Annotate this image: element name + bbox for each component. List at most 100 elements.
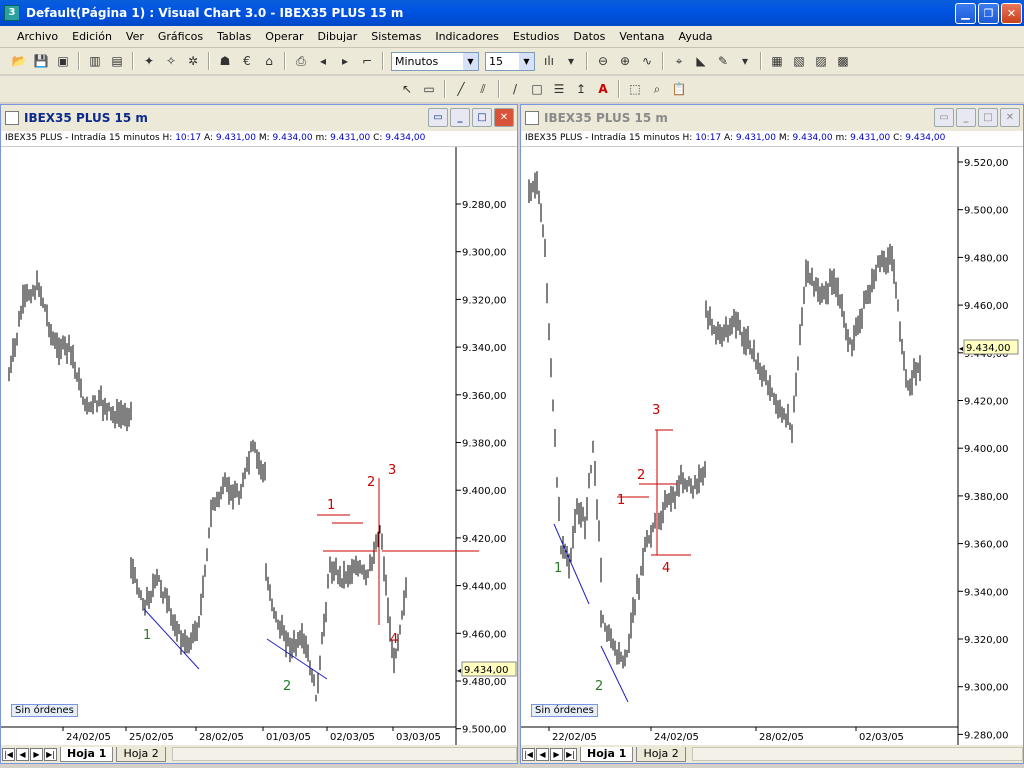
price-tick-label: 9.360,00 <box>462 391 507 402</box>
close-button[interactable]: ✕ <box>1000 108 1020 127</box>
chevron-down-icon[interactable]: ▼ <box>463 52 478 70</box>
crosshair-icon[interactable]: ⌖ <box>669 51 689 71</box>
menu-ventana[interactable]: Ventana <box>612 28 671 45</box>
prev-sheet-icon[interactable]: ◀ <box>536 747 549 761</box>
menu-sistemas[interactable]: Sistemas <box>364 28 428 45</box>
rectangle-icon[interactable]: ▭ <box>419 79 439 99</box>
price-tick-label: 9.320,00 <box>964 635 1009 646</box>
euro-icon[interactable]: € <box>237 51 257 71</box>
period-select[interactable]: Minutos ▼ <box>391 51 479 71</box>
menu-archivo[interactable]: Archivo <box>10 28 65 45</box>
menu-indicadores[interactable]: Indicadores <box>428 28 506 45</box>
restore-button[interactable]: ❐ <box>978 3 999 24</box>
interval-select[interactable]: 15 ▼ <box>485 51 535 71</box>
clipboard-icon[interactable]: 📋 <box>669 79 689 99</box>
cascade-icon[interactable]: ▨ <box>811 51 831 71</box>
pen-dropdown-icon[interactable]: ▾ <box>735 51 755 71</box>
price-tick-label: 9.280,00 <box>462 200 507 211</box>
minimize-button[interactable]: ▁ <box>955 3 976 24</box>
app-title: Default(Página 1) : Visual Chart 3.0 - I… <box>26 6 404 20</box>
price-tick-label: 9.340,00 <box>964 587 1009 598</box>
trendline-icon[interactable]: / <box>505 79 525 99</box>
zoom-out-icon[interactable]: ⊖ <box>593 51 613 71</box>
select-zoom-icon[interactable]: ⬚ <box>625 79 645 99</box>
date-tick-label: 28/02/05 <box>199 732 244 743</box>
next-sheet-icon[interactable]: ▶ <box>550 747 563 761</box>
chevron-down-icon[interactable]: ▼ <box>519 52 534 70</box>
chart-window-right[interactable]: IBEX35 PLUS 15 m ▭ _ □ ✕ IBEX35 PLUS - I… <box>520 104 1024 764</box>
first-sheet-icon[interactable]: |◀ <box>2 747 15 761</box>
price-chart-left[interactable]: 9.280,00 9.300,00 9.320,00 9.340,00 9.360,00… <box>1 147 517 745</box>
sheet-tab-1[interactable]: Hoja 1 <box>60 746 114 762</box>
last-sheet-icon[interactable]: ▶| <box>44 747 57 761</box>
close-button[interactable]: ✕ <box>1001 3 1022 24</box>
list-icon[interactable]: ☰ <box>549 79 569 99</box>
tile-button[interactable]: ▭ <box>934 108 954 127</box>
menu-graficos[interactable]: Gráficos <box>151 28 210 45</box>
menu-estudios[interactable]: Estudios <box>506 28 566 45</box>
study-icon[interactable]: ✧ <box>161 51 181 71</box>
minimize-button[interactable]: _ <box>956 108 976 127</box>
first-sheet-icon[interactable]: |◀ <box>522 747 535 761</box>
price-chart-right[interactable]: 9.520,009.500,009.480,009.460,009.440,00… <box>521 147 1023 745</box>
minimize-button[interactable]: _ <box>450 108 470 127</box>
bar-chart-icon[interactable]: ▥ <box>85 51 105 71</box>
tile-button[interactable]: ▭ <box>428 108 448 127</box>
horizontal-scrollbar[interactable] <box>691 747 1023 761</box>
save-icon[interactable]: 💾 <box>31 51 51 71</box>
cursor-icon[interactable]: ↖ <box>397 79 417 99</box>
save-all-icon[interactable]: ▣ <box>53 51 73 71</box>
indicator-icon[interactable]: ∿ <box>637 51 657 71</box>
chart-window-left[interactable]: IBEX35 PLUS 15 m ▭ _ □ ✕ IBEX35 PLUS - I… <box>0 104 518 764</box>
orders-status: Sin órdenes <box>11 704 78 717</box>
price-tick-label: 9.460,00 <box>964 301 1009 312</box>
open-study-icon[interactable]: ✦ <box>139 51 159 71</box>
menu-tablas[interactable]: Tablas <box>210 28 258 45</box>
text-icon[interactable]: A <box>593 79 613 99</box>
scroll-left-icon[interactable]: ◂ <box>313 51 333 71</box>
menu-datos[interactable]: Datos <box>566 28 612 45</box>
window-layout-icon[interactable]: ▦ <box>767 51 787 71</box>
sheet-tab-2[interactable]: Hoja 2 <box>116 746 166 762</box>
square-icon[interactable]: □ <box>527 79 547 99</box>
prev-sheet-icon[interactable]: ◀ <box>16 747 29 761</box>
arrange-icon[interactable]: ▩ <box>833 51 853 71</box>
current-price-marker-icon: ◂ <box>959 344 963 353</box>
scroll-right-icon[interactable]: ▸ <box>335 51 355 71</box>
maximize-button[interactable]: □ <box>978 108 998 127</box>
menu-bar: Archivo Edición Ver Gráficos Tablas Oper… <box>0 26 1024 48</box>
sheet-tab-2[interactable]: Hoja 2 <box>636 746 686 762</box>
users-icon[interactable]: ☗ <box>215 51 235 71</box>
menu-operar[interactable]: Operar <box>258 28 310 45</box>
menu-edicion[interactable]: Edición <box>65 28 119 45</box>
arrow-up-icon[interactable]: ↥ <box>571 79 591 99</box>
last-sheet-icon[interactable]: ▶| <box>564 747 577 761</box>
menu-ver[interactable]: Ver <box>119 28 151 45</box>
sheet-tab-1[interactable]: Hoja 1 <box>580 746 634 762</box>
study-settings-icon[interactable]: ✲ <box>183 51 203 71</box>
menu-ayuda[interactable]: Ayuda <box>672 28 720 45</box>
line-icon[interactable]: ╱ <box>451 79 471 99</box>
zoom-in-icon[interactable]: ⊕ <box>615 51 635 71</box>
fill-icon[interactable]: ◣ <box>691 51 711 71</box>
chart-type-icon[interactable]: ılı <box>539 51 559 71</box>
menu-dibujar[interactable]: Dibujar <box>310 28 364 45</box>
main-toolbar: 📂 💾 ▣ ▥ ▤ ✦ ✧ ✲ ☗ € ⌂ ⎙ ◂ ▸ ⌐ Minutos ▼ 1… <box>0 48 1024 74</box>
new-chart-icon[interactable]: ▤ <box>107 51 127 71</box>
price-tick-label: 9.500,00 <box>964 206 1009 217</box>
magnify-icon[interactable]: ⌕ <box>647 79 667 99</box>
maximize-button[interactable]: □ <box>472 108 492 127</box>
print-icon[interactable]: ⎙ <box>291 51 311 71</box>
channel-icon[interactable]: ⫽ <box>473 79 493 99</box>
house-icon[interactable]: ⌂ <box>259 51 279 71</box>
horizontal-scrollbar[interactable] <box>171 747 517 761</box>
open-folder-icon[interactable]: 📂 <box>9 51 29 71</box>
chart-info-bar: IBEX35 PLUS - Intradía 15 minutos H: 10:… <box>1 133 517 147</box>
price-tick-label: 9.340,00 <box>462 343 507 354</box>
chart-type-dropdown-icon[interactable]: ▾ <box>561 51 581 71</box>
next-sheet-icon[interactable]: ▶ <box>30 747 43 761</box>
pen-color-icon[interactable]: ✎ <box>713 51 733 71</box>
steps-icon[interactable]: ⌐ <box>357 51 377 71</box>
close-button[interactable]: ✕ <box>494 108 514 127</box>
tile-icon[interactable]: ▧ <box>789 51 809 71</box>
